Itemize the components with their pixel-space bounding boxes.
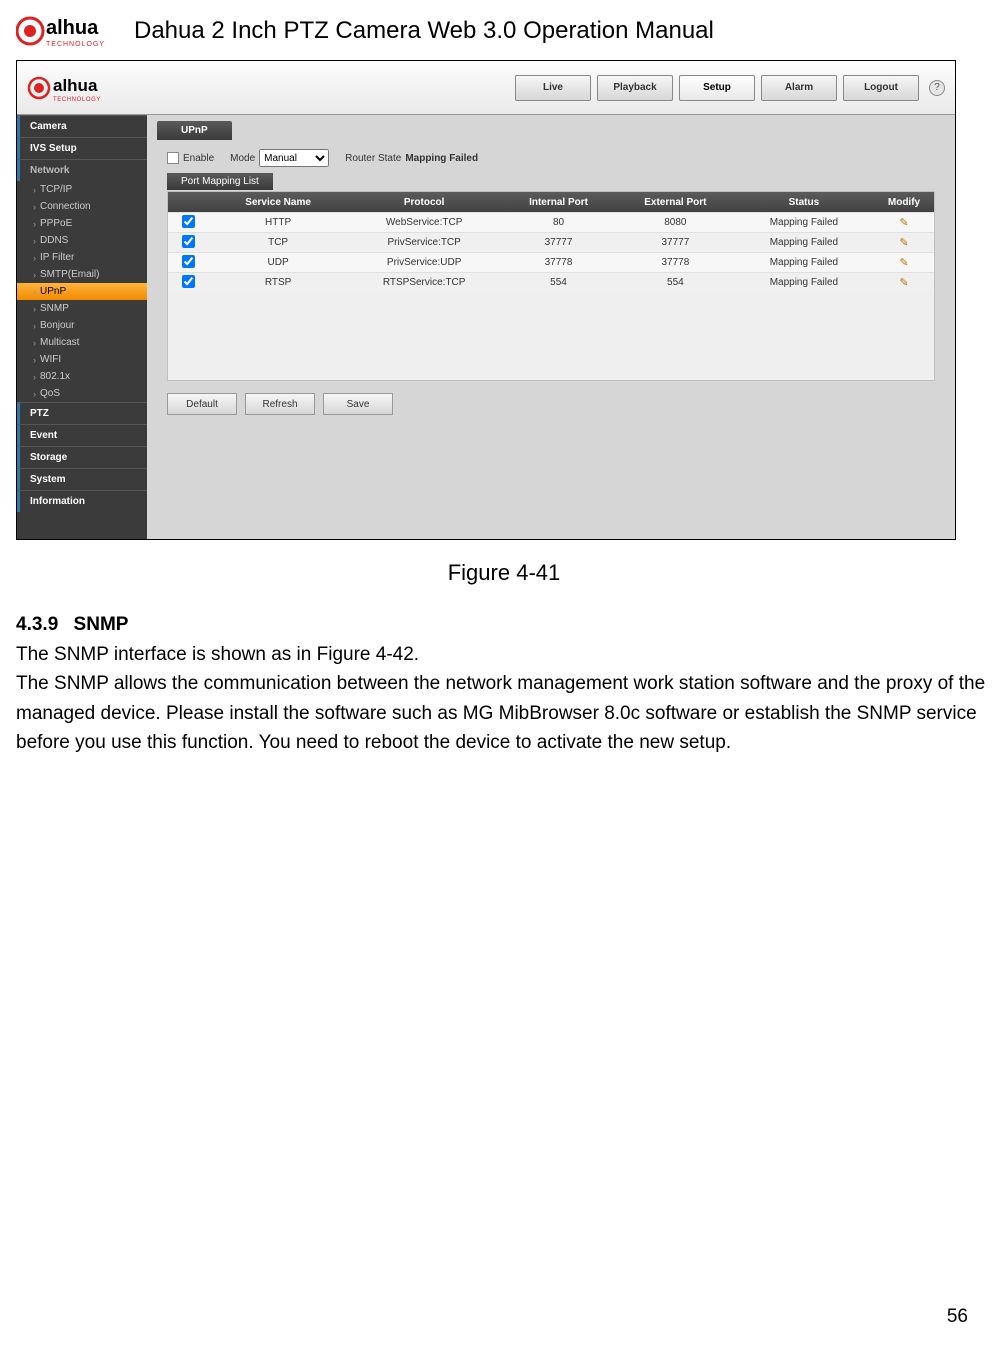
tab-logout[interactable]: Logout: [843, 75, 919, 101]
section-paragraph-2: The SNMP allows the communication betwee…: [16, 669, 992, 757]
cell-service: TCP: [208, 237, 348, 248]
col-modify: Modify: [874, 197, 934, 208]
mode-select[interactable]: Manual: [259, 149, 329, 167]
cell-external-port: 8080: [617, 217, 734, 228]
default-button[interactable]: Default: [167, 393, 237, 415]
row-checkbox[interactable]: [182, 235, 195, 248]
save-button[interactable]: Save: [323, 393, 393, 415]
sidebar-section-ptz[interactable]: PTZ: [17, 402, 147, 424]
enable-checkbox[interactable]: [167, 152, 179, 164]
sidebar: Camera IVS Setup Network TCP/IP Connecti…: [17, 115, 147, 539]
cell-internal-port: 37777: [500, 237, 617, 248]
pencil-icon[interactable]: ✎: [899, 217, 908, 229]
sidebar-section-storage[interactable]: Storage: [17, 446, 147, 468]
cell-protocol: PrivService:UDP: [348, 257, 500, 268]
port-mapping-list-tab[interactable]: Port Mapping List: [167, 173, 273, 190]
table-row: HTTPWebService:TCP808080Mapping Failed✎: [168, 212, 934, 232]
mode-label: Mode: [230, 153, 255, 164]
sidebar-item-snmp[interactable]: SNMP: [17, 300, 147, 317]
screenshot-logo: alhua TECHNOLOGY: [27, 71, 137, 105]
sidebar-item-upnp[interactable]: UPnP: [17, 283, 147, 300]
cell-internal-port: 37778: [500, 257, 617, 268]
col-protocol: Protocol: [348, 197, 500, 208]
sidebar-section-network[interactable]: Network: [17, 159, 147, 181]
cell-status: Mapping Failed: [734, 217, 874, 228]
pencil-icon[interactable]: ✎: [899, 277, 908, 289]
page-number: 56: [947, 1306, 968, 1328]
sidebar-section-camera[interactable]: Camera: [17, 115, 147, 137]
row-checkbox[interactable]: [182, 275, 195, 288]
cell-external-port: 37777: [617, 237, 734, 248]
screenshot-topbar: alhua TECHNOLOGY Live Playback Setup Ala…: [17, 61, 955, 115]
cell-external-port: 37778: [617, 257, 734, 268]
main-panel: UPnP Enable Mode Manual Router State Map…: [147, 115, 955, 539]
tab-alarm[interactable]: Alarm: [761, 75, 837, 101]
cell-service: UDP: [208, 257, 348, 268]
cell-internal-port: 554: [500, 277, 617, 288]
sidebar-section-system[interactable]: System: [17, 468, 147, 490]
sidebar-item-pppoe[interactable]: PPPoE: [17, 215, 147, 232]
pencil-icon[interactable]: ✎: [899, 257, 908, 269]
tab-playback[interactable]: Playback: [597, 75, 673, 101]
panel-tab-upnp[interactable]: UPnP: [157, 121, 232, 140]
section-title: SNMP: [74, 614, 129, 635]
cell-status: Mapping Failed: [734, 237, 874, 248]
table-row: TCPPrivService:TCP3777737777Mapping Fail…: [168, 232, 934, 252]
sidebar-item-multicast[interactable]: Multicast: [17, 334, 147, 351]
table-header: Service Name Protocol Internal Port Exte…: [168, 192, 934, 212]
cell-external-port: 554: [617, 277, 734, 288]
cell-status: Mapping Failed: [734, 277, 874, 288]
main-tabs: Live Playback Setup Alarm Logout: [509, 75, 919, 101]
sidebar-section-ivs[interactable]: IVS Setup: [17, 137, 147, 159]
logo-text: alhua: [46, 17, 99, 39]
sidebar-item-connection[interactable]: Connection: [17, 198, 147, 215]
cell-protocol: WebService:TCP: [348, 217, 500, 228]
page-title: Dahua 2 Inch PTZ Camera Web 3.0 Operatio…: [134, 17, 714, 45]
router-state-label: Router State: [345, 153, 401, 164]
cell-status: Mapping Failed: [734, 257, 874, 268]
sidebar-item-smtp[interactable]: SMTP(Email): [17, 266, 147, 283]
col-external-port: External Port: [617, 197, 734, 208]
section-heading: 4.3.9 SNMP: [16, 614, 992, 636]
sidebar-section-event[interactable]: Event: [17, 424, 147, 446]
table-row: RTSPRTSPService:TCP554554Mapping Failed✎: [168, 272, 934, 292]
refresh-button[interactable]: Refresh: [245, 393, 315, 415]
col-service: Service Name: [208, 197, 348, 208]
section-number: 4.3.9: [16, 614, 58, 635]
help-icon[interactable]: ?: [929, 80, 945, 96]
svg-text:TECHNOLOGY: TECHNOLOGY: [46, 41, 105, 48]
router-state-value: Mapping Failed: [405, 153, 478, 164]
dahua-logo: alhua TECHNOLOGY: [16, 10, 116, 52]
upnp-screenshot: alhua TECHNOLOGY Live Playback Setup Ala…: [16, 60, 956, 540]
sidebar-item-wifi[interactable]: WIFI: [17, 351, 147, 368]
cell-internal-port: 80: [500, 217, 617, 228]
page-header: alhua TECHNOLOGY Dahua 2 Inch PTZ Camera…: [16, 10, 992, 52]
cell-service: HTTP: [208, 217, 348, 228]
svg-text:TECHNOLOGY: TECHNOLOGY: [53, 97, 101, 103]
sidebar-item-8021x[interactable]: 802.1x: [17, 368, 147, 385]
sidebar-section-information[interactable]: Information: [17, 490, 147, 512]
cell-service: RTSP: [208, 277, 348, 288]
col-internal-port: Internal Port: [500, 197, 617, 208]
figure-caption: Figure 4-41: [16, 560, 992, 586]
tab-setup[interactable]: Setup: [679, 75, 755, 101]
pencil-icon[interactable]: ✎: [899, 237, 908, 249]
row-checkbox[interactable]: [182, 255, 195, 268]
svg-text:alhua: alhua: [53, 76, 98, 95]
row-checkbox[interactable]: [182, 215, 195, 228]
tab-live[interactable]: Live: [515, 75, 591, 101]
section-paragraph-1: The SNMP interface is shown as in Figure…: [16, 640, 992, 669]
table-row: UDPPrivService:UDP3777837778Mapping Fail…: [168, 252, 934, 272]
sidebar-item-ipfilter[interactable]: IP Filter: [17, 249, 147, 266]
sidebar-item-ddns[interactable]: DDNS: [17, 232, 147, 249]
col-status: Status: [734, 197, 874, 208]
sidebar-item-qos[interactable]: QoS: [17, 385, 147, 402]
sidebar-item-tcpip[interactable]: TCP/IP: [17, 181, 147, 198]
sidebar-item-bonjour[interactable]: Bonjour: [17, 317, 147, 334]
cell-protocol: PrivService:TCP: [348, 237, 500, 248]
port-mapping-table: Service Name Protocol Internal Port Exte…: [167, 191, 935, 381]
cell-protocol: RTSPService:TCP: [348, 277, 500, 288]
enable-label: Enable: [183, 153, 214, 164]
